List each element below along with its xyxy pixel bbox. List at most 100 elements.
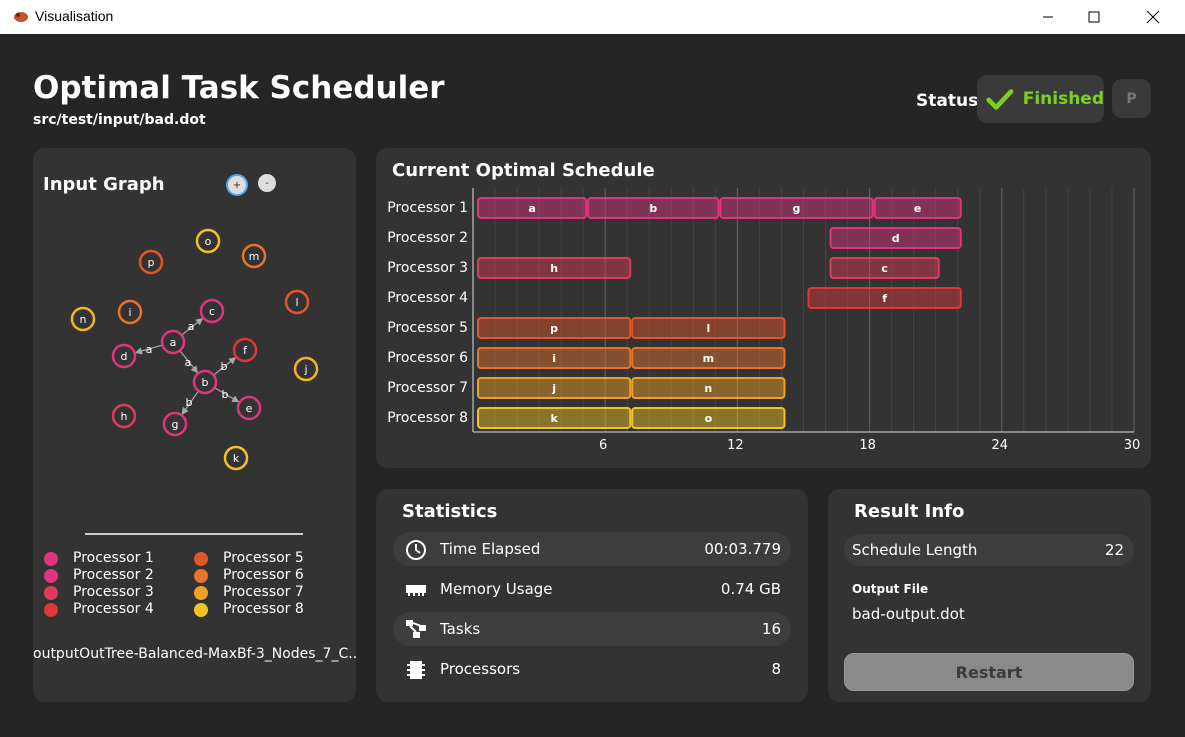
stat-label: Tasks	[440, 620, 481, 638]
processor-row-label: Processor 3	[387, 260, 468, 276]
schedule-length-label: Schedule Length	[852, 541, 978, 559]
stat-row-time-elapsed: Time Elapsed 00:03.779	[393, 532, 791, 566]
status-badge: Finished	[977, 75, 1104, 123]
legend-label: Processor 8	[223, 601, 304, 617]
node-label: e	[246, 402, 253, 415]
graph-node-f[interactable]: f	[232, 337, 258, 363]
task-bar-k[interactable]: k	[477, 407, 632, 429]
task-bar-m[interactable]: m	[631, 347, 786, 369]
stat-value: 0.74 GB	[720, 580, 781, 598]
graph-node-p[interactable]: p	[138, 249, 164, 275]
node-label: o	[205, 235, 212, 248]
task-bar-n[interactable]: n	[631, 377, 786, 399]
task-bar-e[interactable]: e	[873, 197, 962, 219]
graph-node-m[interactable]: m	[241, 243, 267, 269]
graph-node-a[interactable]: a	[160, 329, 186, 355]
legend-swatch	[194, 569, 208, 583]
task-label: o	[705, 412, 713, 425]
legend-divider	[85, 533, 303, 535]
task-label: d	[892, 232, 900, 245]
legend-swatch	[44, 586, 58, 600]
graph-node-j[interactable]: j	[293, 356, 319, 382]
processor-row-label: Processor 8	[387, 410, 468, 426]
node-label: n	[80, 313, 87, 326]
graph-node-e[interactable]: e	[236, 395, 262, 421]
task-bar-o[interactable]: o	[631, 407, 786, 429]
task-label: c	[881, 262, 888, 275]
edge-label: a	[146, 343, 153, 356]
status-label: Status	[916, 91, 979, 111]
tasks-icon	[405, 619, 427, 639]
check-icon	[986, 89, 1014, 110]
graph-node-k[interactable]: k	[223, 445, 249, 471]
task-label: e	[914, 202, 921, 215]
node-label: j	[303, 363, 307, 376]
task-label: f	[882, 292, 887, 305]
node-label: m	[249, 250, 260, 263]
graph-node-g[interactable]: g	[162, 411, 188, 437]
close-button[interactable]	[1130, 0, 1176, 34]
x-tick-label: 12	[727, 438, 744, 453]
task-bar-d[interactable]: d	[829, 227, 962, 249]
legend-swatch	[44, 552, 58, 566]
graph-node-b[interactable]: b	[192, 369, 218, 395]
task-bar-p[interactable]: p	[477, 317, 632, 339]
task-bar-a[interactable]: a	[477, 197, 588, 219]
graph-node-h[interactable]: h	[111, 403, 137, 429]
restart-button[interactable]: Restart	[844, 653, 1134, 691]
task-label: j	[551, 382, 556, 395]
graph-node-i[interactable]: i	[117, 299, 143, 325]
legend-label: Processor 1	[73, 550, 154, 566]
schedule-length-value: 22	[1104, 541, 1124, 559]
output-file-label: Output File	[852, 582, 929, 596]
edge-label: b	[221, 360, 228, 373]
graph-node-o[interactable]: o	[195, 228, 221, 254]
edge-label: a	[185, 356, 192, 369]
node-label: d	[121, 350, 128, 363]
task-bar-g[interactable]: g	[719, 197, 874, 219]
task-bar-i[interactable]: i	[477, 347, 632, 369]
input-graph-panel: Input Graph + - aaabbb abcdefghijklmnop …	[33, 148, 356, 702]
task-label: i	[552, 352, 556, 365]
task-label: l	[706, 322, 710, 335]
output-file-value: bad-output.dot	[852, 605, 965, 623]
minimize-icon	[1043, 16, 1053, 18]
input-path: src/test/input/bad.dot	[33, 112, 206, 128]
minimize-button[interactable]	[1025, 0, 1071, 34]
task-bar-l[interactable]: l	[631, 317, 786, 339]
task-label: b	[649, 202, 657, 215]
page-title: Optimal Task Scheduler	[33, 70, 445, 106]
processor-row-label: Processor 2	[387, 230, 468, 246]
node-label: c	[209, 305, 215, 318]
graph-node-l[interactable]: l	[284, 289, 310, 315]
schedule-chart: 6 12 18 24 30 Processor 1 Processor 2 Processor…	[387, 188, 1140, 453]
window-titlebar: Visualisation	[0, 0, 1185, 34]
stat-row-memory-usage: Memory Usage 0.74 GB	[393, 572, 791, 606]
x-tick-label: 6	[599, 438, 607, 453]
edge-label: a	[188, 320, 195, 333]
legend-swatch	[44, 569, 58, 583]
graph-node-d[interactable]: d	[111, 343, 137, 369]
stat-value: 00:03.779	[704, 540, 781, 558]
task-bar-b[interactable]: b	[587, 197, 720, 219]
node-label: g	[172, 418, 179, 431]
task-bar-c[interactable]: c	[829, 257, 940, 279]
main-area: Optimal Task Scheduler src/test/input/ba…	[0, 34, 1185, 737]
task-bar-h[interactable]: h	[477, 257, 632, 279]
pause-label: P	[1126, 90, 1137, 107]
legend-label: Processor 4	[73, 601, 154, 617]
pause-button[interactable]: P	[1112, 79, 1151, 118]
node-label: a	[170, 336, 177, 349]
graph-node-c[interactable]: c	[199, 298, 225, 324]
node-label: h	[121, 410, 128, 423]
app-icon	[14, 12, 28, 22]
graph-node-n[interactable]: n	[70, 306, 96, 332]
input-graph-canvas[interactable]: aaa bbb abcdefghijklmnop	[33, 148, 356, 488]
schedule-length-row: Schedule Length 22	[844, 534, 1134, 566]
maximize-button[interactable]	[1071, 0, 1117, 34]
task-bar-j[interactable]: j	[477, 377, 632, 399]
memory-icon	[405, 579, 427, 599]
schedule-panel: Current Optimal Schedule 6 12 18 24 30 Proces…	[376, 148, 1151, 468]
edge-label: b	[222, 388, 229, 401]
task-bar-f[interactable]: f	[807, 287, 962, 309]
